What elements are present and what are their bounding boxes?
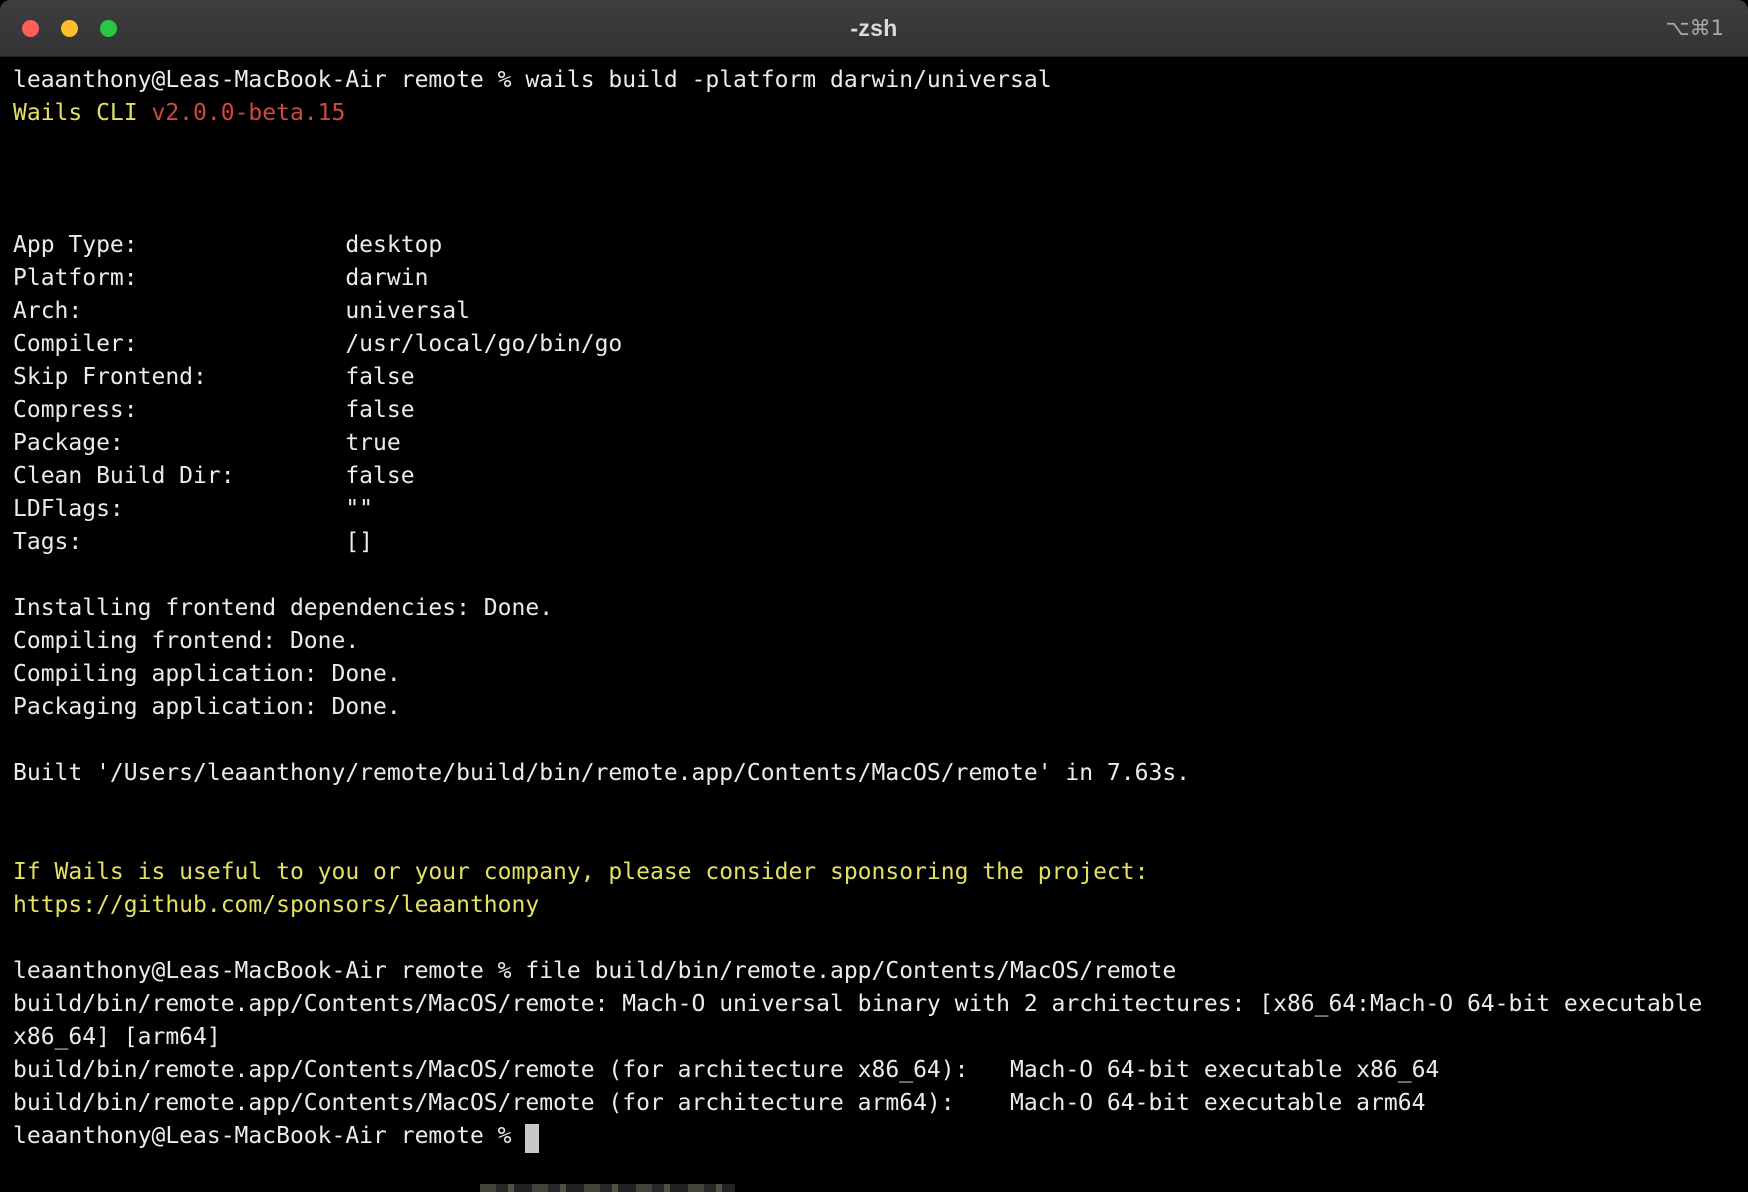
terminal-text: https://github.com/sponsors/leaanthony (13, 892, 539, 918)
terminal-text: Compiler: /usr/local/go/bin/go (13, 331, 622, 357)
terminal-line: LDFlags: "" (13, 493, 1735, 526)
terminal-text: leaanthony@Leas-MacBook-Air remote % wai… (13, 67, 1052, 93)
terminal-line: x86_64] [arm64] (13, 1021, 1735, 1054)
terminal-text: Skip Frontend: false (13, 364, 415, 390)
terminal-text: Wails CLI (13, 100, 151, 126)
terminal-line: leaanthony@Leas-MacBook-Air remote % wai… (13, 64, 1735, 97)
zoom-button[interactable] (100, 20, 117, 37)
terminal-line (13, 823, 1735, 856)
terminal-text: Compiling frontend: Done. (13, 628, 359, 654)
terminal-line: leaanthony@Leas-MacBook-Air remote % (13, 1120, 1735, 1153)
terminal-cursor[interactable] (525, 1124, 539, 1153)
terminal-text: x86_64] [arm64] (13, 1024, 221, 1050)
terminal-line: Wails CLI v2.0.0-beta.15 (13, 97, 1735, 130)
terminal-text: build/bin/remote.app/Contents/MacOS/remo… (13, 1090, 1425, 1116)
terminal-line: Installing frontend dependencies: Done. (13, 592, 1735, 625)
terminal-line: If Wails is useful to you or your compan… (13, 856, 1735, 889)
terminal-text: LDFlags: "" (13, 496, 373, 522)
terminal-text: Platform: darwin (13, 265, 428, 291)
window-title: -zsh (0, 15, 1748, 42)
terminal-output[interactable]: leaanthony@Leas-MacBook-Air remote % wai… (0, 57, 1748, 1192)
terminal-line: build/bin/remote.app/Contents/MacOS/remo… (13, 988, 1735, 1021)
terminal-text: Package: true (13, 430, 401, 456)
terminal-window: -zsh ⌥⌘1 leaanthony@Leas-MacBook-Air rem… (0, 0, 1748, 1192)
terminal-text: build/bin/remote.app/Contents/MacOS/remo… (13, 1057, 1439, 1083)
terminal-line: Compress: false (13, 394, 1735, 427)
terminal-text: leaanthony@Leas-MacBook-Air remote % (13, 1123, 525, 1149)
terminal-text: Compress: false (13, 397, 415, 423)
terminal-line: https://github.com/sponsors/leaanthony (13, 889, 1735, 922)
terminal-line (13, 790, 1735, 823)
terminal-line: build/bin/remote.app/Contents/MacOS/remo… (13, 1054, 1735, 1087)
terminal-line (13, 196, 1735, 229)
traffic-lights (0, 20, 117, 37)
terminal-line: Clean Build Dir: false (13, 460, 1735, 493)
terminal-line (13, 559, 1735, 592)
terminal-text: App Type: desktop (13, 232, 442, 258)
terminal-line: Built '/Users/leaanthony/remote/build/bi… (13, 757, 1735, 790)
terminal-line (13, 130, 1735, 163)
terminal-text: Compiling application: Done. (13, 661, 401, 687)
obscured-background-window-fragment (480, 1184, 735, 1192)
terminal-line: Compiler: /usr/local/go/bin/go (13, 328, 1735, 361)
terminal-line: Skip Frontend: false (13, 361, 1735, 394)
terminal-line: Platform: darwin (13, 262, 1735, 295)
window-shortcut-hint: ⌥⌘1 (1665, 16, 1724, 40)
terminal-text: Tags: [] (13, 529, 373, 555)
terminal-line (13, 922, 1735, 955)
terminal-text: Arch: universal (13, 298, 470, 324)
terminal-line: leaanthony@Leas-MacBook-Air remote % fil… (13, 955, 1735, 988)
close-button[interactable] (22, 20, 39, 37)
terminal-text: Built '/Users/leaanthony/remote/build/bi… (13, 760, 1190, 786)
terminal-line: Packaging application: Done. (13, 691, 1735, 724)
terminal-line: Compiling frontend: Done. (13, 625, 1735, 658)
terminal-text: Clean Build Dir: false (13, 463, 415, 489)
terminal-line: Arch: universal (13, 295, 1735, 328)
terminal-line: build/bin/remote.app/Contents/MacOS/remo… (13, 1087, 1735, 1120)
minimize-button[interactable] (61, 20, 78, 37)
terminal-text: Packaging application: Done. (13, 694, 401, 720)
terminal-text: leaanthony@Leas-MacBook-Air remote % fil… (13, 958, 1176, 984)
terminal-text: If Wails is useful to you or your compan… (13, 859, 1148, 885)
terminal-line: Tags: [] (13, 526, 1735, 559)
titlebar[interactable]: -zsh ⌥⌘1 (0, 0, 1748, 57)
terminal-line: App Type: desktop (13, 229, 1735, 262)
terminal-line: Compiling application: Done. (13, 658, 1735, 691)
terminal-text: v2.0.0-beta.15 (151, 100, 345, 126)
terminal-line: Package: true (13, 427, 1735, 460)
terminal-line (13, 724, 1735, 757)
terminal-text: build/bin/remote.app/Contents/MacOS/remo… (13, 991, 1702, 1017)
terminal-text: Installing frontend dependencies: Done. (13, 595, 553, 621)
terminal-line (13, 163, 1735, 196)
